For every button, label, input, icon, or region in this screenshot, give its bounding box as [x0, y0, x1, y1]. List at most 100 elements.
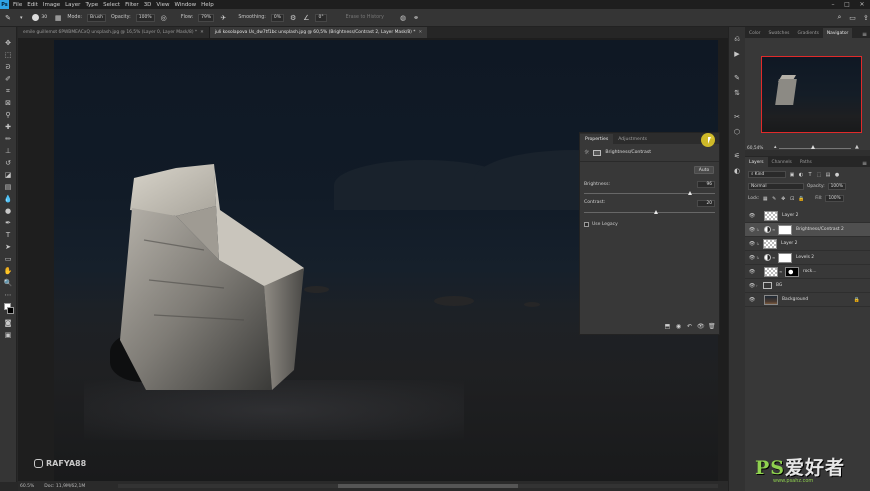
document-tab[interactable]: emile guillemot 6PWBMEACxQ unsplash.jpg … [18, 27, 210, 38]
search-icon[interactable]: ⌕ [835, 13, 843, 22]
layer-mask-thumbnail[interactable] [785, 266, 799, 277]
menu-file[interactable]: File [13, 2, 22, 8]
actions-panel-icon[interactable]: ▶ [733, 50, 742, 58]
lock-position-icon[interactable]: ✥ [780, 196, 786, 202]
menu-window[interactable]: Window [174, 2, 196, 8]
lock-pixels-icon[interactable]: ✎ [771, 196, 777, 202]
quick-mask-icon[interactable]: ◙ [3, 319, 14, 327]
panel-menu-icon[interactable]: ≡ [862, 160, 870, 167]
layer-fill-field[interactable]: 100% [825, 195, 844, 202]
eraser-tool-icon-side[interactable]: ◪ [3, 171, 14, 179]
tab-channels[interactable]: Channels [768, 157, 796, 167]
pressure-opacity-icon[interactable]: ◎ [160, 13, 168, 22]
layer-mask-icon[interactable] [593, 149, 602, 156]
tab-adjustments[interactable]: Adjustments [613, 134, 652, 144]
zoom-out-icon[interactable]: ▴ [774, 144, 777, 150]
lock-transparency-icon[interactable]: ▦ [762, 196, 768, 202]
visibility-eye-icon[interactable]: 👁 [748, 255, 756, 261]
adjustments-panel-icon[interactable]: ◐ [733, 167, 742, 175]
shape-tool-icon[interactable]: ▭ [3, 255, 14, 263]
close-tab-icon[interactable]: ✕ [200, 30, 204, 35]
brush-tool-icon[interactable]: ✏ [3, 135, 14, 143]
link-icon[interactable]: ∞ [779, 269, 783, 274]
zoom-in-icon[interactable]: ▲ [855, 144, 859, 150]
visibility-eye-icon[interactable]: 👁 [748, 241, 756, 247]
filter-pixel-icon[interactable]: ▣ [789, 172, 795, 178]
layer-group-row[interactable]: 👁 › BG [745, 279, 870, 293]
more-tools-icon[interactable]: ⋯ [3, 291, 14, 299]
tab-navigator[interactable]: Navigator [822, 28, 853, 38]
layer-opacity-field[interactable]: 100% [827, 183, 846, 190]
menu-type[interactable]: Type [85, 2, 98, 8]
lock-icon[interactable]: 🔒 [854, 297, 860, 303]
opacity-field[interactable]: 100% [135, 13, 155, 22]
filter-type-icon[interactable]: T [807, 172, 813, 178]
auto-button[interactable]: Auto [694, 166, 714, 174]
navigator-zoom-thumb[interactable] [811, 145, 815, 149]
adjust-panel-icon[interactable]: ⇅ [733, 89, 742, 97]
visibility-eye-icon[interactable]: 👁 [748, 297, 756, 303]
brush-panel-icon[interactable]: ✎ [733, 74, 742, 82]
minimize-icon[interactable]: – [826, 0, 840, 9]
layer-row[interactable]: 👁 Background 🔒 [745, 293, 870, 307]
brightness-input[interactable]: 96 [697, 181, 715, 188]
horizontal-scrollbar[interactable] [118, 484, 718, 488]
use-legacy-checkbox[interactable] [584, 222, 589, 227]
menu-layer[interactable]: Layer [65, 2, 80, 8]
marquee-tool-icon[interactable]: ⬚ [3, 51, 14, 59]
photoshop-logo-icon[interactable]: Ps [0, 0, 9, 9]
contrast-slider[interactable] [584, 212, 715, 213]
lock-all-icon[interactable]: 🔒 [798, 196, 804, 202]
clone-stamp-tool-icon[interactable]: ⊥ [3, 147, 14, 155]
visibility-eye-icon[interactable]: 👁 [748, 283, 756, 289]
gear-icon[interactable]: ⚙ [289, 13, 297, 22]
menu-filter[interactable]: Filter [125, 2, 139, 8]
history-panel-icon[interactable]: ⎌ [733, 35, 742, 43]
layer-row[interactable]: 👁 ↳ ∞ Levels 2 [745, 251, 870, 265]
zoom-level[interactable]: 60.5% [20, 484, 34, 489]
blur-tool-icon[interactable]: 💧 [3, 195, 14, 203]
frame-tool-icon[interactable]: ⊠ [3, 99, 14, 107]
brightness-slider-thumb[interactable] [687, 191, 692, 195]
menu-help[interactable]: Help [201, 2, 214, 8]
layer-kind-filter[interactable]: ⌕ Kind [748, 171, 786, 178]
tab-color[interactable]: Color [745, 28, 764, 38]
view-previous-state-icon[interactable]: ◉ [675, 323, 682, 330]
layer-mask-thumbnail[interactable] [778, 252, 792, 263]
flow-field[interactable]: 79% [198, 13, 215, 22]
close-icon[interactable]: ✕ [855, 0, 869, 9]
quick-select-tool-icon[interactable]: ✐ [3, 75, 14, 83]
filter-smart-object-icon[interactable]: ▤ [825, 172, 831, 178]
close-tab-icon[interactable]: ✕ [418, 30, 422, 35]
menu-3d[interactable]: 3D [144, 2, 152, 8]
scrollbar-thumb[interactable] [338, 484, 518, 488]
brush-settings-icon[interactable]: ▦ [54, 13, 62, 22]
blend-mode-select[interactable]: Normal [748, 183, 804, 190]
eyedropper-tool-icon[interactable]: ⚲ [3, 111, 14, 119]
crop-tool-icon[interactable]: ⌗ [3, 87, 14, 95]
tab-properties[interactable]: Properties [580, 134, 614, 144]
symmetry-icon[interactable]: ⚭ [412, 13, 420, 22]
maximize-icon[interactable]: □ [840, 0, 854, 9]
brightness-slider[interactable] [584, 193, 715, 194]
reset-icon[interactable]: ↶ [686, 323, 693, 330]
type-tool-icon[interactable]: T [3, 231, 14, 239]
angle-field[interactable]: 0° [315, 13, 327, 22]
tab-gradients[interactable]: Gradients [793, 28, 822, 38]
gradient-tool-icon[interactable]: ▤ [3, 183, 14, 191]
erase-to-history-checkbox[interactable]: Erase to History [346, 15, 384, 20]
airbrush-icon[interactable]: ✈ [219, 13, 227, 22]
chevron-right-icon[interactable]: › [756, 283, 761, 288]
navigator-zoom-slider[interactable] [779, 148, 851, 149]
layer-row[interactable]: 👁 ∞ rock... [745, 265, 870, 279]
mode-select[interactable]: Brush [87, 13, 107, 22]
healing-brush-tool-icon[interactable]: ✚ [3, 123, 14, 131]
navigator-preview[interactable] [761, 56, 862, 133]
menu-edit[interactable]: Edit [27, 2, 38, 8]
filter-adjustment-icon[interactable]: ◐ [798, 172, 804, 178]
menu-image[interactable]: Image [43, 2, 60, 8]
delete-icon[interactable]: 🗑 [708, 323, 716, 330]
eraser-tool-icon[interactable]: ✎ [4, 13, 12, 22]
chevron-down-icon[interactable]: ▾ [17, 13, 25, 22]
properties-panel-icon[interactable]: ⚟ [733, 152, 742, 160]
